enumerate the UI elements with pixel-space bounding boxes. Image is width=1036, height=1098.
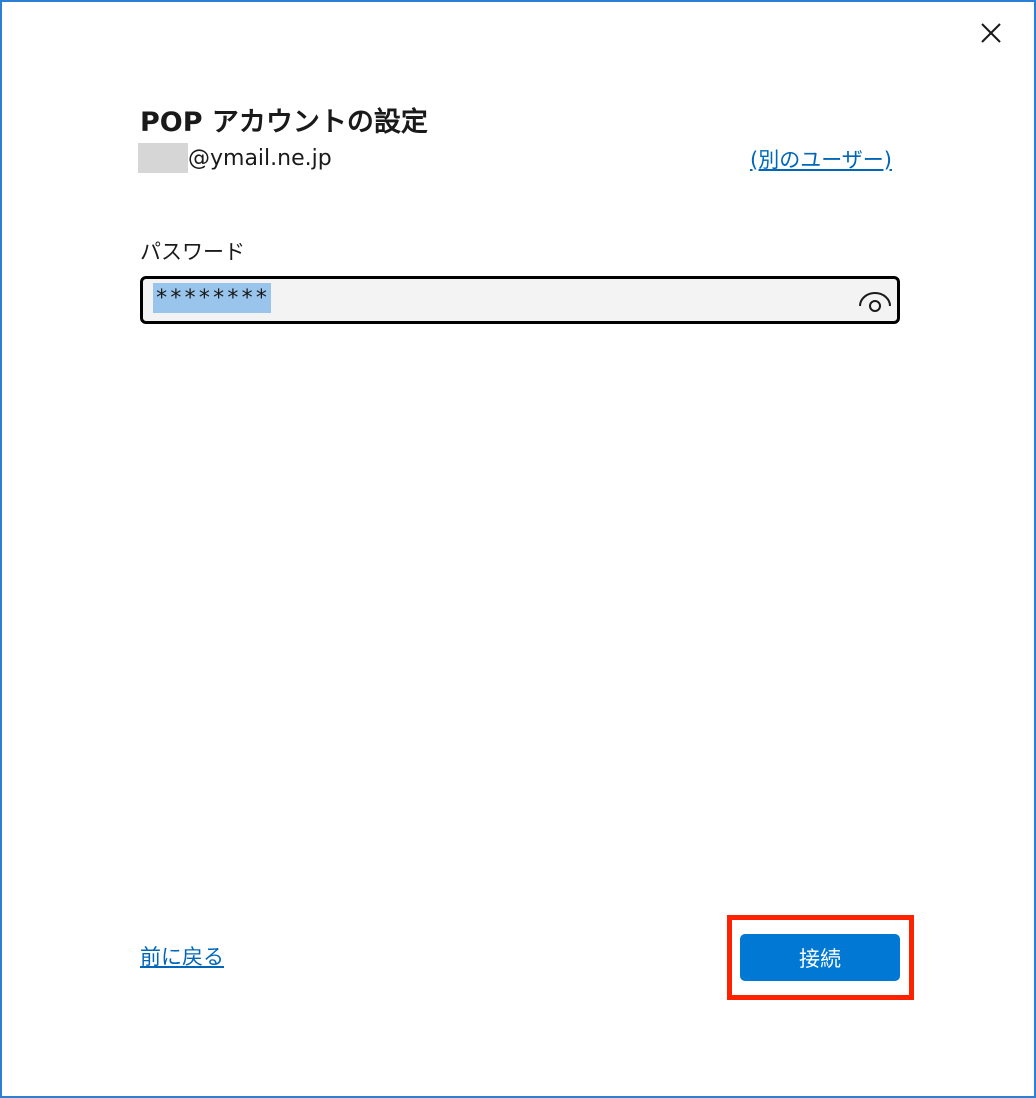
account-email: @ymail.ne.jp (138, 142, 332, 174)
email-domain: @ymail.ne.jp (188, 145, 332, 171)
redacted-username (138, 143, 188, 173)
close-button[interactable] (972, 16, 1010, 54)
password-value: ******** (153, 283, 271, 313)
password-field[interactable]: ******** (140, 276, 900, 324)
connect-button[interactable]: 接続 (740, 934, 900, 981)
close-icon (981, 23, 1001, 43)
eye-icon (859, 292, 891, 312)
pop-account-dialog: POP アカウントの設定 @ymail.ne.jp (別のユーザー) パスワード… (0, 0, 1036, 1098)
password-label: パスワード (140, 240, 245, 264)
dialog-title: POP アカウントの設定 (140, 107, 428, 138)
back-link[interactable]: 前に戻る (140, 941, 224, 971)
reveal-password-button[interactable] (857, 286, 893, 316)
other-user-link[interactable]: (別のユーザー) (750, 144, 892, 174)
